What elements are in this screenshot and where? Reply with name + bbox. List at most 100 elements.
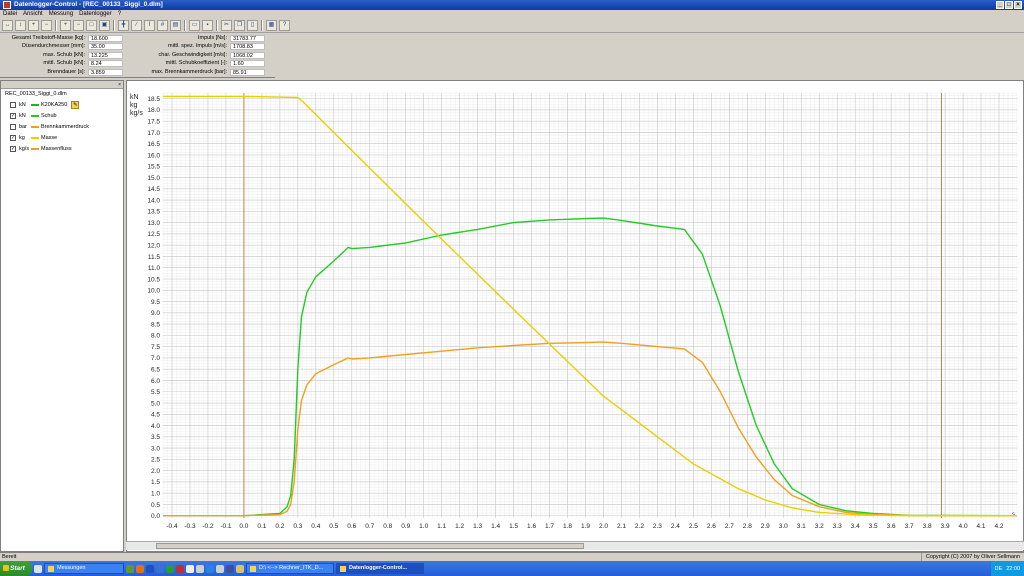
quick-launch-icon[interactable] bbox=[216, 564, 224, 573]
app-icon bbox=[3, 1, 11, 9]
info-label: mittl. spez. Impuls [m/s]: bbox=[168, 43, 227, 50]
quick-launch-icon[interactable] bbox=[206, 564, 214, 573]
quick-launch-icon[interactable] bbox=[34, 564, 42, 573]
taskbar-button[interactable]: Messungen bbox=[44, 563, 124, 574]
panel-close-button[interactable]: × bbox=[118, 82, 121, 88]
channel-checkbox[interactable] bbox=[10, 101, 16, 108]
y-tick-label: 7.0 bbox=[151, 355, 160, 362]
channel-row[interactable]: ✓ kg/s Massenfluss bbox=[1, 143, 123, 154]
channel-checkbox[interactable]: ✓ bbox=[10, 145, 16, 152]
y-tick-label: 17.0 bbox=[147, 130, 160, 137]
taskbar-button[interactable]: D:\ <--> Rechner_ITK_D... bbox=[246, 563, 334, 574]
quick-launch-icon[interactable] bbox=[186, 564, 194, 573]
x-tick-label: 0.7 bbox=[365, 523, 374, 530]
x-tick-label: 2.6 bbox=[707, 523, 716, 530]
chart-svg: -0.4 -0.3 -0.2 -0.1 0.0 0.1 0.2 0.3 0.4 0.5 0.6 0.7… bbox=[130, 92, 1018, 530]
y-unit-label: kg bbox=[130, 102, 138, 109]
channel-row[interactable]: ✓ kg Masse bbox=[1, 132, 123, 143]
zoom-y-icon[interactable]: ↕ bbox=[15, 20, 26, 31]
quick-launch-icon[interactable] bbox=[156, 564, 164, 573]
chart-export-icon[interactable]: ▤ bbox=[170, 20, 181, 31]
open-icon[interactable]: ▭ bbox=[189, 20, 200, 31]
x-tick-label: 3.1 bbox=[797, 523, 806, 530]
x-tick-label: 2.3 bbox=[653, 523, 662, 530]
x-tick-label: 4.1 bbox=[977, 523, 986, 530]
channel-checkbox[interactable]: ✓ bbox=[10, 112, 16, 119]
channel-row[interactable]: bar Brennkammerdruck bbox=[1, 121, 123, 132]
chart-area[interactable]: -0.4 -0.3 -0.2 -0.1 0.0 0.1 0.2 0.3 0.4 0.5 0.6 0.7… bbox=[126, 80, 1024, 552]
print-icon[interactable]: ▦ bbox=[266, 20, 277, 31]
zoom-out-y-icon[interactable]: − bbox=[73, 20, 84, 31]
menu-item-0[interactable]: Datei bbox=[3, 10, 17, 19]
info-value: 1068.02 bbox=[230, 51, 265, 59]
save-icon[interactable]: ▪ bbox=[202, 20, 213, 31]
y-tick-label: 3.5 bbox=[151, 434, 160, 441]
info-label: Brenndauer [s]: bbox=[47, 68, 85, 75]
toolbar-separator bbox=[261, 20, 263, 31]
channel-color-swatch bbox=[31, 114, 39, 117]
channel-row[interactable]: ✓ kN Schub bbox=[1, 110, 123, 121]
quick-launch-icon[interactable] bbox=[166, 564, 174, 573]
zoom-out-x-icon[interactable]: − bbox=[41, 20, 52, 31]
y-tick-label: 12.0 bbox=[147, 242, 160, 249]
quick-launch-icon[interactable] bbox=[146, 564, 154, 573]
channel-settings-icon[interactable]: ✎ bbox=[71, 100, 80, 109]
menu-item-4[interactable]: ? bbox=[118, 10, 121, 19]
quick-launch-icon[interactable] bbox=[126, 564, 134, 573]
y-tick-label: 2.5 bbox=[151, 457, 160, 464]
channel-checkbox[interactable]: ✓ bbox=[10, 134, 16, 141]
x-tick-label: 1.8 bbox=[563, 523, 572, 530]
x-tick-label: 3.9 bbox=[941, 523, 950, 530]
zoom-x-icon[interactable]: ↔ bbox=[2, 20, 13, 31]
x-tick-label: 0.9 bbox=[401, 523, 410, 530]
y-tick-label: 1.5 bbox=[151, 479, 160, 486]
x-tick-label: 1.5 bbox=[509, 523, 518, 530]
fit-icon[interactable]: □ bbox=[86, 20, 97, 31]
scrollbar-thumb[interactable] bbox=[156, 543, 584, 549]
chart-grid-icon[interactable]: # bbox=[157, 20, 168, 31]
y-tick-label: 4.0 bbox=[151, 423, 160, 430]
channel-checkbox[interactable] bbox=[10, 123, 16, 130]
zoom-in-y-icon[interactable]: + bbox=[60, 20, 71, 31]
channel-row[interactable]: kN K20KA250 ✎ bbox=[1, 99, 123, 110]
quick-launch-icon[interactable] bbox=[226, 564, 234, 573]
close-button[interactable]: × bbox=[1014, 1, 1022, 9]
menu-item-1[interactable]: Ansicht bbox=[23, 10, 43, 19]
menu-item-2[interactable]: Messung bbox=[49, 10, 73, 19]
y-tick-label: 14.0 bbox=[147, 197, 160, 204]
maximize-button[interactable]: □ bbox=[1005, 1, 1013, 9]
x-tick-label: 2.0 bbox=[599, 523, 608, 530]
x-tick-label: 3.8 bbox=[923, 523, 932, 530]
fit-all-icon[interactable]: ▣ bbox=[99, 20, 110, 31]
menu-item-3[interactable]: Datenlogger bbox=[79, 10, 112, 19]
y-tick-label: 18.5 bbox=[147, 96, 160, 103]
language-indicator[interactable]: DE bbox=[995, 566, 1003, 572]
info-label: max. Brennkammerdruck [bar]: bbox=[151, 68, 228, 75]
x-tick-label: -0.1 bbox=[220, 523, 232, 530]
cursor-icon[interactable]: ╋ bbox=[118, 20, 129, 31]
status-text: Bereit bbox=[2, 554, 17, 560]
minimize-button[interactable]: _ bbox=[996, 1, 1004, 9]
quick-launch-icon[interactable] bbox=[136, 564, 144, 573]
quick-launch-icon[interactable] bbox=[176, 564, 184, 573]
y-tick-label: 10.0 bbox=[147, 288, 160, 295]
quick-launch-icon[interactable] bbox=[196, 564, 204, 573]
quick-launch-icon[interactable] bbox=[236, 564, 244, 573]
x-tick-label: 3.2 bbox=[815, 523, 824, 530]
copy-icon[interactable]: ❐ bbox=[234, 20, 245, 31]
x-tick-label: 2.5 bbox=[689, 523, 698, 530]
horizontal-scrollbar[interactable] bbox=[126, 541, 1024, 550]
x-tick-label: 0.1 bbox=[257, 523, 266, 530]
x-tick-label: 1.9 bbox=[581, 523, 590, 530]
paste-icon[interactable]: ▯ bbox=[247, 20, 258, 31]
channel-panel: × REC_00133_Siggi_0.dlm kN K20KA250 ✎ ✓ kN Sc… bbox=[0, 80, 124, 552]
y-tick-label: 16.0 bbox=[147, 152, 160, 159]
start-button[interactable]: Start bbox=[0, 561, 32, 576]
cut-icon[interactable]: ✂ bbox=[221, 20, 232, 31]
help-icon[interactable]: ? bbox=[279, 20, 290, 31]
chart-cursor-icon[interactable]: ⌇ bbox=[144, 20, 155, 31]
channel-name: Brennkammerdruck bbox=[41, 123, 89, 130]
taskbar-button[interactable]: Datenlogger-Control... bbox=[336, 563, 424, 574]
zoom-in-x-icon[interactable]: + bbox=[28, 20, 39, 31]
chart-line-icon[interactable]: ∕ bbox=[131, 20, 142, 31]
